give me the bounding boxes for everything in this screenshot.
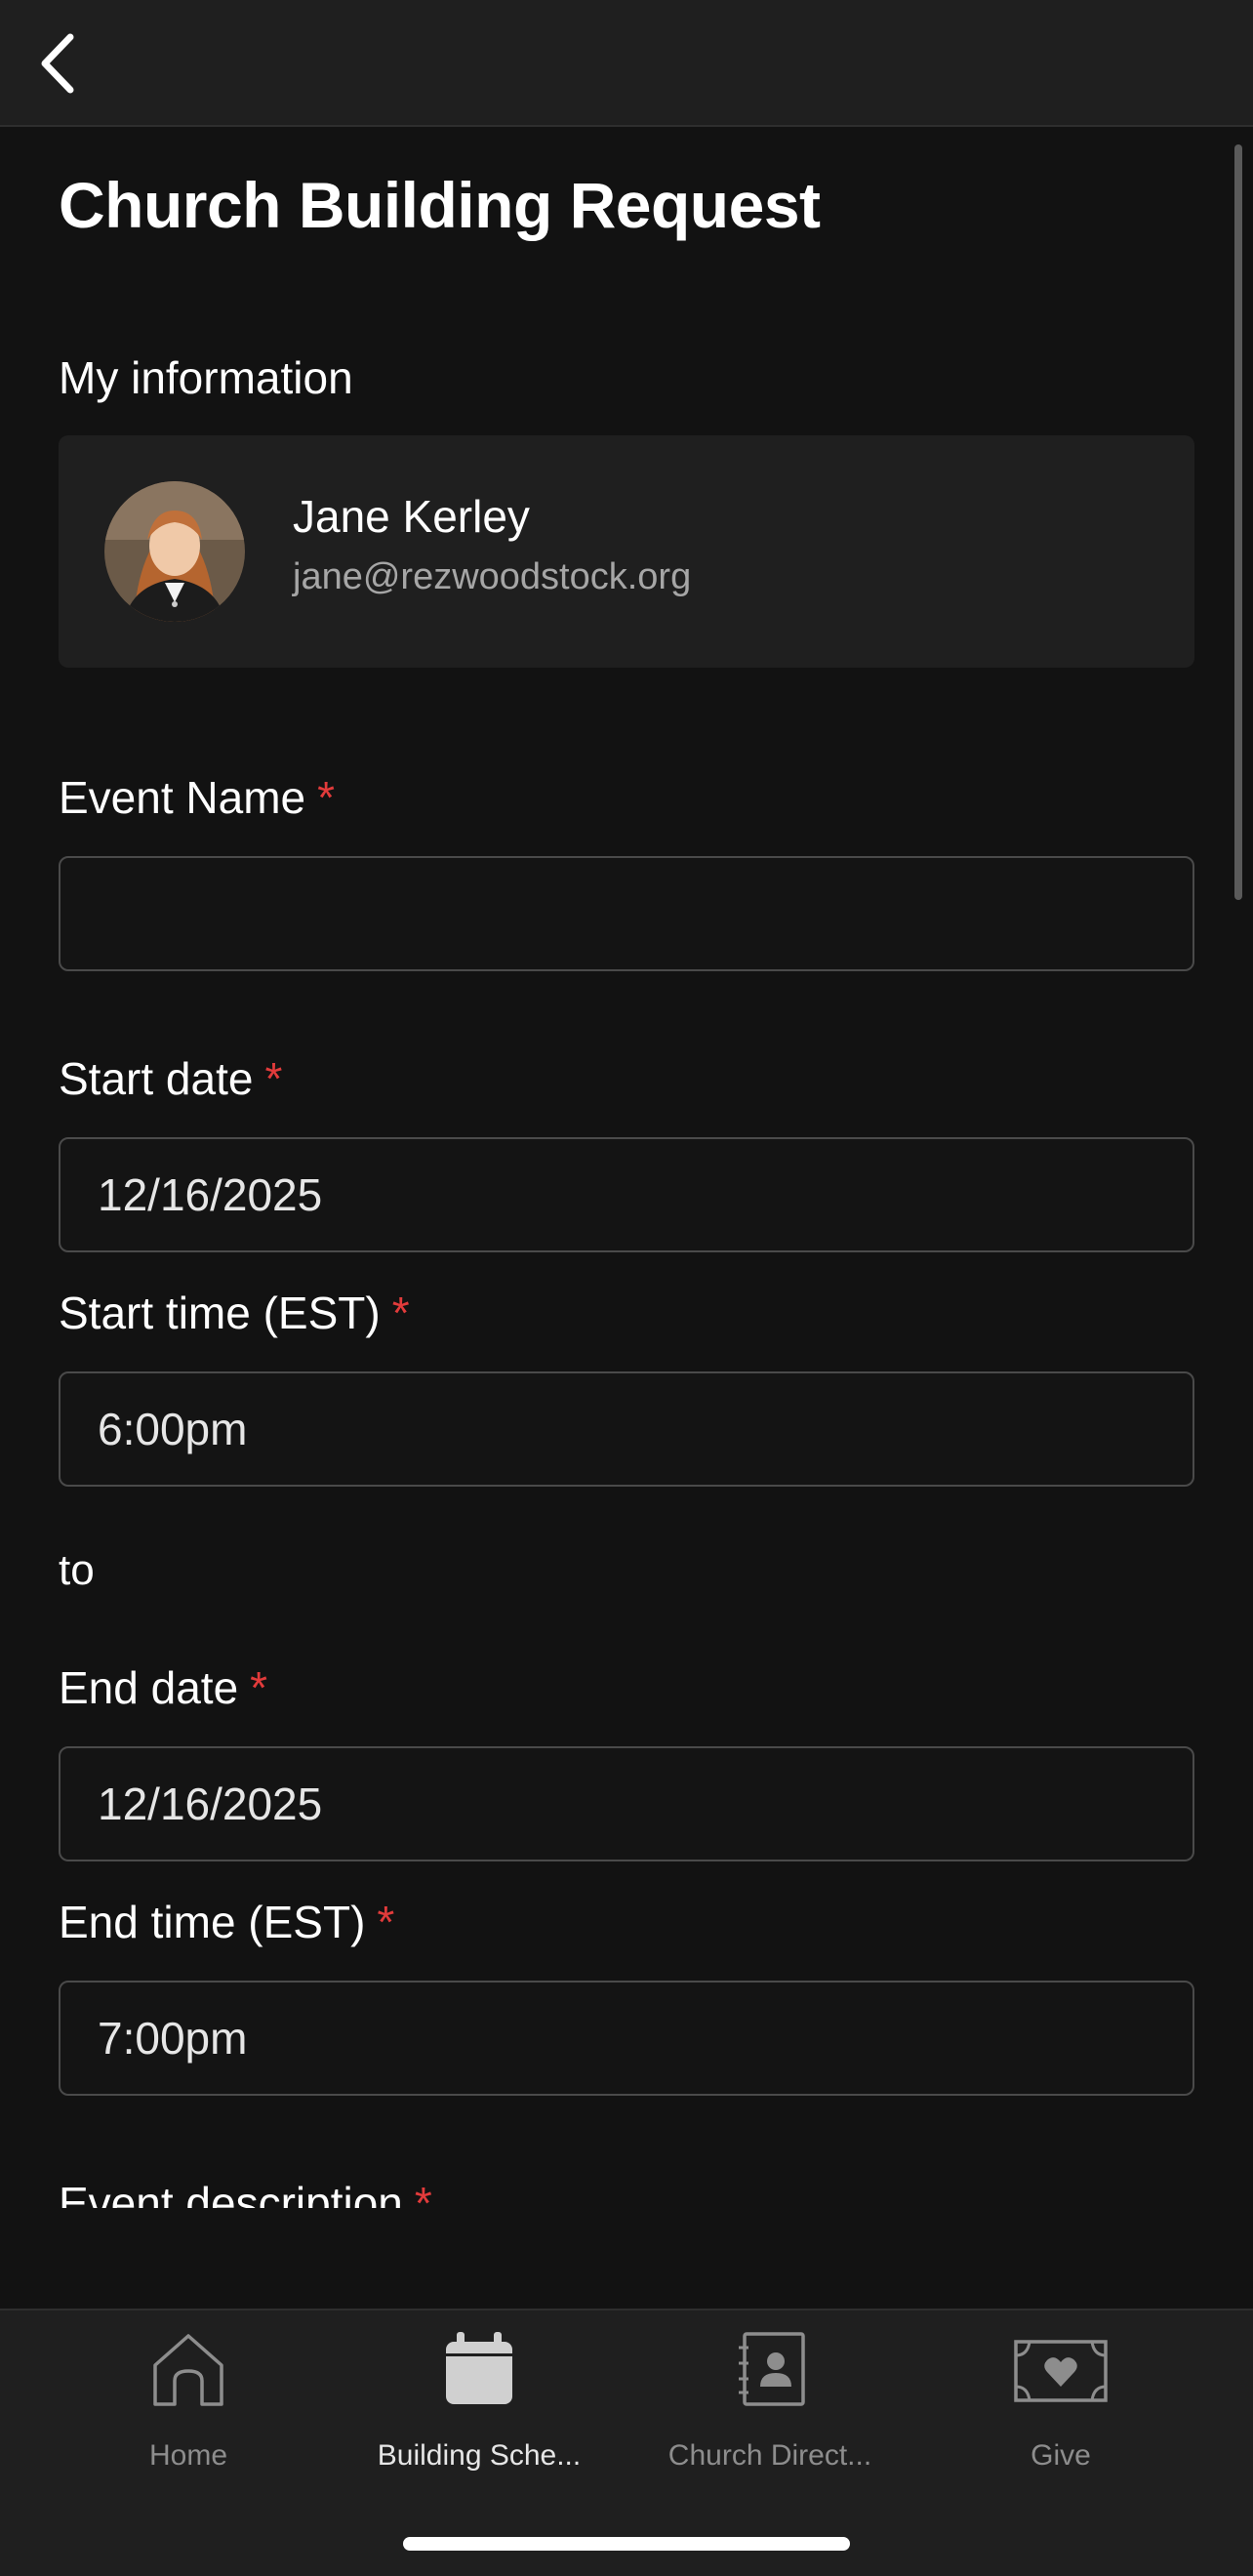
tab-church-directory[interactable]: Church Direct... bbox=[624, 2330, 916, 2476]
form-content: Church Building Request My information J… bbox=[59, 0, 1194, 2208]
my-information-label: My information bbox=[59, 352, 353, 403]
scrollbar[interactable] bbox=[1234, 144, 1242, 900]
start-time-label-text: Start time (EST) bbox=[59, 1288, 381, 1338]
end-time-label-text: End time (EST) bbox=[59, 1897, 366, 1947]
start-date-input[interactable]: 12/16/2025 bbox=[59, 1137, 1194, 1252]
home-indicator[interactable] bbox=[403, 2537, 850, 2551]
money-heart-icon bbox=[1014, 2340, 1108, 2402]
required-asterisk: * bbox=[391, 1288, 410, 1338]
required-asterisk: * bbox=[414, 2178, 432, 2208]
required-asterisk: * bbox=[377, 1897, 395, 1947]
contacts-book-icon bbox=[739, 2332, 805, 2406]
event-description-label: Event description * bbox=[59, 2177, 432, 2208]
tab-church-directory-label: Church Direct... bbox=[667, 2439, 872, 2472]
end-date-label-text: End date bbox=[59, 1662, 239, 1713]
end-time-input[interactable]: 7:00pm bbox=[59, 1981, 1194, 2096]
user-info-card bbox=[59, 435, 1194, 668]
event-name-label-text: Event Name bbox=[59, 772, 306, 823]
user-email: jane@rezwoodstock.org bbox=[293, 556, 692, 597]
end-date-label: End date * bbox=[59, 1661, 267, 1714]
event-name-input[interactable] bbox=[59, 856, 1194, 971]
event-name-label: Event Name * bbox=[59, 771, 335, 824]
required-asterisk: * bbox=[317, 772, 336, 823]
end-date-input[interactable]: 12/16/2025 bbox=[59, 1746, 1194, 1861]
avatar bbox=[104, 481, 245, 622]
home-icon bbox=[153, 2334, 223, 2406]
end-time-label: End time (EST) * bbox=[59, 1896, 394, 1948]
event-description-label-text: Event description bbox=[59, 2178, 403, 2208]
start-date-label: Start date * bbox=[59, 1052, 282, 1105]
page-title: Church Building Request bbox=[59, 169, 821, 241]
required-asterisk: * bbox=[250, 1662, 268, 1713]
required-asterisk: * bbox=[264, 1053, 283, 1104]
calendar-icon bbox=[446, 2332, 512, 2404]
tab-home[interactable]: Home bbox=[42, 2330, 335, 2476]
start-date-label-text: Start date bbox=[59, 1053, 254, 1104]
to-separator: to bbox=[59, 1546, 95, 1594]
tab-building-schedule-label: Building Sche... bbox=[377, 2439, 582, 2472]
bottom-tab-bar: Home Building Sche... Church Direct... G… bbox=[0, 2309, 1253, 2576]
tab-home-label: Home bbox=[148, 2439, 228, 2472]
user-name: Jane Kerley bbox=[293, 491, 530, 542]
tab-give[interactable]: Give bbox=[914, 2330, 1207, 2476]
start-time-label: Start time (EST) * bbox=[59, 1287, 410, 1339]
start-time-input[interactable]: 6:00pm bbox=[59, 1371, 1194, 1487]
tab-give-label: Give bbox=[1031, 2439, 1091, 2472]
tab-building-schedule[interactable]: Building Sche... bbox=[333, 2330, 626, 2476]
